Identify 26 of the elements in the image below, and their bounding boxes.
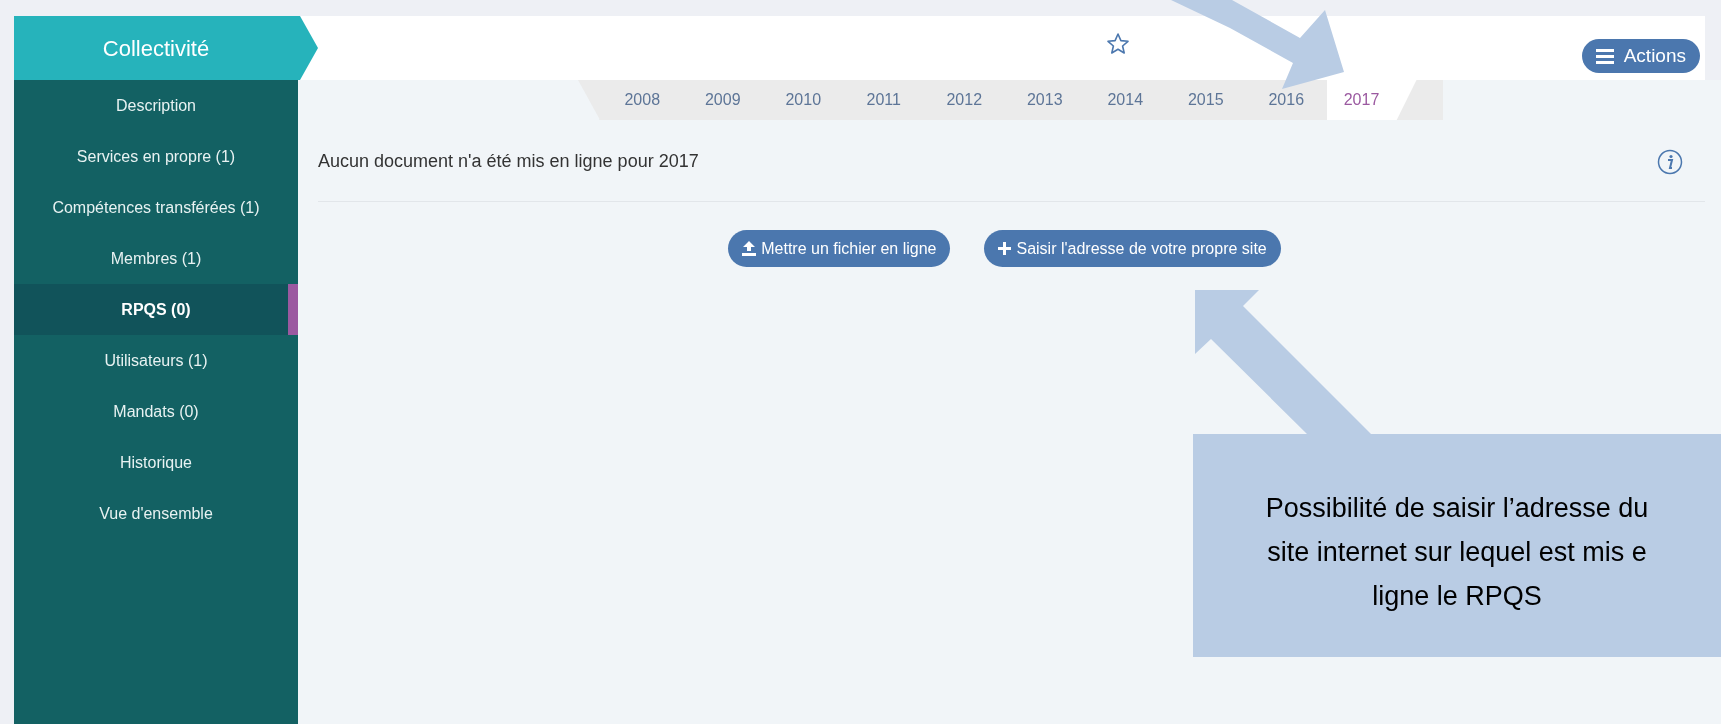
year-tab[interactable]: 2014: [1085, 80, 1166, 120]
sidebar-title: Collectivité: [102, 34, 210, 63]
sidebar-item[interactable]: Membres (1): [14, 233, 298, 284]
annotation-text: site internet sur lequel est mis e: [1267, 535, 1647, 569]
year-tab[interactable]: 2010: [763, 80, 844, 120]
annotation-text: Possibilité de saisir l’adresse du: [1265, 491, 1649, 525]
sidebar-item[interactable]: Mandats (0): [14, 386, 298, 437]
add-site-button[interactable]: Saisir l'adresse de votre propre site: [984, 230, 1281, 267]
sidebar-item[interactable]: Utilisateurs (1): [14, 335, 298, 386]
empty-message: Aucun document n'a été mis en ligne pour 2017: [318, 150, 699, 173]
sidebar-item[interactable]: Compétences transférées (1): [14, 182, 298, 233]
annotation-text: ligne le RPQS: [1372, 579, 1542, 613]
sidebar-item[interactable]: Historique: [14, 437, 298, 488]
year-tab[interactable]: 2015: [1165, 80, 1246, 120]
actions-button[interactable]: Actions: [1581, 39, 1700, 73]
year-tab[interactable]: 2012: [924, 80, 1005, 120]
year-tab[interactable]: 2011: [843, 80, 924, 120]
year-tab[interactable]: 2013: [1004, 80, 1085, 120]
sidebar-item[interactable]: Vue d'ensemble: [14, 488, 298, 539]
sidebar-item[interactable]: Services en propre (1): [14, 131, 298, 182]
year-tab[interactable]: 2008: [602, 80, 683, 120]
year-tab[interactable]: 2016: [1246, 80, 1327, 120]
sidebar-item[interactable]: Description: [14, 80, 298, 131]
upload-button[interactable]: Mettre un fichier en ligne: [728, 230, 951, 267]
sidebar-item[interactable]: RPQS (0): [14, 284, 298, 335]
year-tab[interactable]: 2009: [682, 80, 763, 120]
